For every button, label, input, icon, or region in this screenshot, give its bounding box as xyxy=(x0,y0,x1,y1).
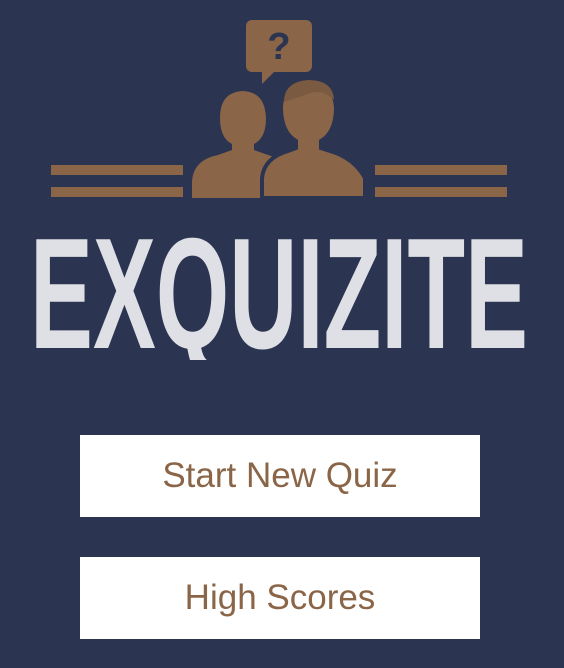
left-stripe-bottom xyxy=(51,187,183,197)
question-mark-glyph: ? xyxy=(267,26,290,68)
app-logo-wordmark: EXQUIZITE xyxy=(30,220,528,360)
left-stripe-top xyxy=(51,165,183,175)
speech-bubble-icon: ? xyxy=(246,20,312,84)
logo-text: EXQUIZITE xyxy=(30,220,528,360)
logo-emblem: ? xyxy=(51,20,507,200)
high-scores-button[interactable]: High Scores xyxy=(80,557,480,639)
person-right-icon xyxy=(260,80,367,200)
right-stripe-top xyxy=(375,165,507,175)
right-stripe-bottom xyxy=(375,187,507,197)
start-new-quiz-button[interactable]: Start New Quiz xyxy=(80,435,480,517)
